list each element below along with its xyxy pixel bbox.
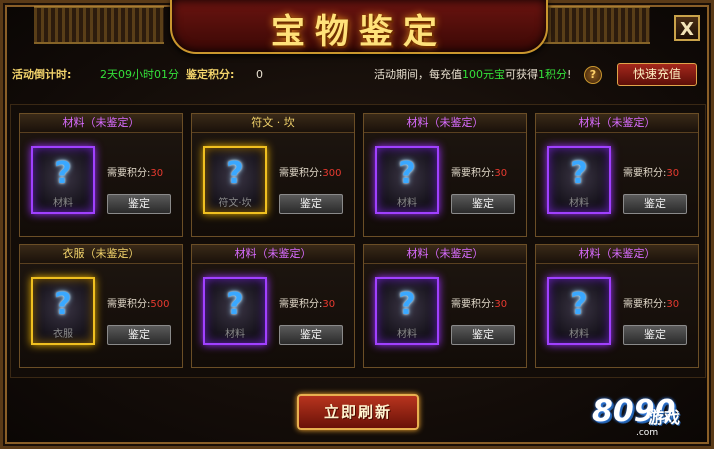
required-points-value: 300 bbox=[322, 168, 342, 179]
logo-sub: 游戏 bbox=[648, 408, 681, 427]
item-name: 材料 bbox=[569, 198, 589, 209]
promo-suffix: ! bbox=[567, 68, 572, 81]
info-bar: 活动倒计时: 2天09小时01分 鉴定积分: 0 活动期间，每充值100元宝可获… bbox=[12, 63, 702, 87]
unknown-item-icon: ? bbox=[54, 156, 72, 191]
item-slot[interactable]: ? 衣服 bbox=[31, 277, 95, 345]
close-button[interactable]: X bbox=[674, 15, 700, 41]
refresh-button[interactable]: 立即刷新 bbox=[297, 394, 419, 430]
required-points-value: 30 bbox=[494, 168, 508, 179]
promo-text: 活动期间，每充值100元宝可获得1积分! bbox=[374, 63, 571, 87]
card-title: 衣服（未鉴定） bbox=[20, 245, 182, 264]
required-points: 需要积分:30 bbox=[623, 164, 679, 179]
unknown-item-icon: ? bbox=[226, 287, 244, 322]
item-name: 材料 bbox=[569, 329, 589, 340]
score-label: 鉴定积分: bbox=[186, 68, 235, 81]
required-points-value: 30 bbox=[666, 168, 680, 179]
required-points-label: 需要积分: bbox=[623, 299, 667, 310]
item-name: 符文·坎 bbox=[218, 198, 252, 209]
appraise-button[interactable]: 鉴定 bbox=[623, 194, 687, 214]
item-card: 材料（未鉴定）? 材料 需要积分:30 鉴定 bbox=[535, 244, 699, 368]
item-card: 衣服（未鉴定）? 衣服 需要积分:500 鉴定 bbox=[19, 244, 183, 368]
required-points-value: 500 bbox=[150, 299, 170, 310]
game-window: 宝物鉴定 X 活动倒计时: 2天09小时01分 鉴定积分: 0 活动期间，每充值… bbox=[0, 0, 714, 449]
item-name: 材料 bbox=[53, 198, 73, 209]
unknown-item-icon: ? bbox=[226, 156, 244, 191]
unknown-item-icon: ? bbox=[398, 287, 416, 322]
unknown-item-icon: ? bbox=[570, 287, 588, 322]
score-value: 0 bbox=[256, 68, 263, 81]
unknown-item-icon: ? bbox=[54, 287, 72, 322]
item-card: 材料（未鉴定）? 材料 需要积分:30 鉴定 bbox=[19, 113, 183, 237]
item-slot[interactable]: ? 材料 bbox=[547, 146, 611, 214]
required-points-label: 需要积分: bbox=[623, 168, 667, 179]
item-grid: 材料（未鉴定）? 材料 需要积分:30 鉴定 符文 · 坎? 符文·坎 需要积分:300 鉴定… bbox=[10, 104, 706, 378]
required-points: 需要积分:500 bbox=[107, 295, 169, 310]
appraise-button[interactable]: 鉴定 bbox=[107, 325, 171, 345]
required-points-value: 30 bbox=[666, 299, 680, 310]
title-banner: 宝物鉴定 bbox=[170, 0, 548, 54]
required-points-label: 需要积分: bbox=[279, 168, 323, 179]
card-title: 材料（未鉴定） bbox=[20, 114, 182, 133]
card-title: 材料（未鉴定） bbox=[364, 114, 526, 133]
appraise-button[interactable]: 鉴定 bbox=[623, 325, 687, 345]
required-points-label: 需要积分: bbox=[451, 299, 495, 310]
item-slot[interactable]: ? 材料 bbox=[375, 277, 439, 345]
promo-amount: 100元宝 bbox=[462, 68, 505, 81]
countdown-value: 2天09小时01分 bbox=[100, 68, 179, 81]
required-points-label: 需要积分: bbox=[451, 168, 495, 179]
item-name: 材料 bbox=[397, 329, 417, 340]
item-card: 材料（未鉴定）? 材料 需要积分:30 鉴定 bbox=[363, 244, 527, 368]
required-points: 需要积分:30 bbox=[451, 164, 507, 179]
item-slot[interactable]: ? 材料 bbox=[547, 277, 611, 345]
promo-mid: 可获得 bbox=[505, 68, 538, 81]
window-title: 宝物鉴定 bbox=[271, 12, 447, 52]
card-title: 材料（未鉴定） bbox=[192, 245, 354, 264]
required-points: 需要积分:30 bbox=[107, 164, 163, 179]
item-card: 材料（未鉴定）? 材料 需要积分:30 鉴定 bbox=[535, 113, 699, 237]
required-points: 需要积分:30 bbox=[451, 295, 507, 310]
site-logo: 8090 游戏 .com bbox=[592, 394, 704, 440]
help-icon[interactable]: ? bbox=[584, 66, 602, 84]
appraise-button[interactable]: 鉴定 bbox=[279, 325, 343, 345]
required-points-label: 需要积分: bbox=[107, 299, 151, 310]
unknown-item-icon: ? bbox=[570, 156, 588, 191]
item-card: 符文 · 坎? 符文·坎 需要积分:300 鉴定 bbox=[191, 113, 355, 237]
appraise-button[interactable]: 鉴定 bbox=[107, 194, 171, 214]
required-points-value: 30 bbox=[150, 168, 164, 179]
card-title: 材料（未鉴定） bbox=[364, 245, 526, 264]
card-title: 材料（未鉴定） bbox=[536, 245, 698, 264]
logo-domain: .com bbox=[636, 428, 659, 438]
appraise-button[interactable]: 鉴定 bbox=[451, 194, 515, 214]
required-points-label: 需要积分: bbox=[107, 168, 151, 179]
unknown-item-icon: ? bbox=[398, 156, 416, 191]
required-points-value: 30 bbox=[322, 299, 336, 310]
promo-points: 1积分 bbox=[538, 68, 567, 81]
card-title: 符文 · 坎 bbox=[192, 114, 354, 133]
item-slot[interactable]: ? 符文·坎 bbox=[203, 146, 267, 214]
item-name: 材料 bbox=[397, 198, 417, 209]
item-name: 材料 bbox=[225, 329, 245, 340]
card-title: 材料（未鉴定） bbox=[536, 114, 698, 133]
required-points: 需要积分:30 bbox=[623, 295, 679, 310]
item-slot[interactable]: ? 材料 bbox=[375, 146, 439, 214]
required-points-label: 需要积分: bbox=[279, 299, 323, 310]
required-points-value: 30 bbox=[494, 299, 508, 310]
item-card: 材料（未鉴定）? 材料 需要积分:30 鉴定 bbox=[363, 113, 527, 237]
appraise-button[interactable]: 鉴定 bbox=[451, 325, 515, 345]
item-slot[interactable]: ? 材料 bbox=[203, 277, 267, 345]
item-name: 衣服 bbox=[53, 329, 73, 340]
required-points: 需要积分:300 bbox=[279, 164, 341, 179]
required-points: 需要积分:30 bbox=[279, 295, 335, 310]
appraise-button[interactable]: 鉴定 bbox=[279, 194, 343, 214]
item-slot[interactable]: ? 材料 bbox=[31, 146, 95, 214]
countdown-label: 活动倒计时: bbox=[12, 68, 72, 81]
ornament-left bbox=[34, 6, 164, 44]
quick-recharge-button[interactable]: 快速充值 bbox=[617, 63, 697, 86]
promo-prefix: 活动期间，每充值 bbox=[374, 68, 462, 81]
item-card: 材料（未鉴定）? 材料 需要积分:30 鉴定 bbox=[191, 244, 355, 368]
